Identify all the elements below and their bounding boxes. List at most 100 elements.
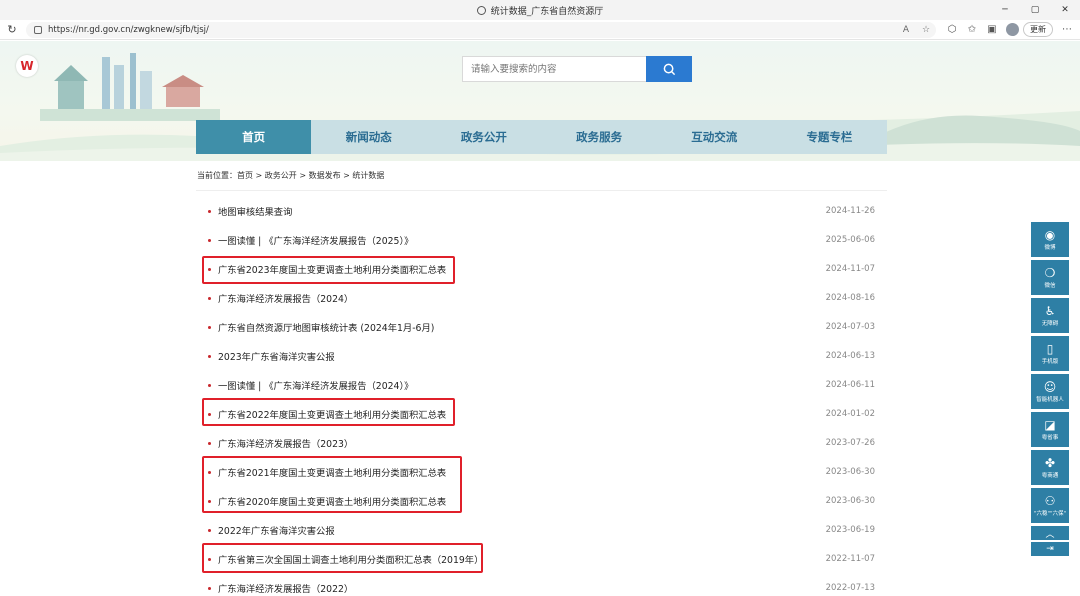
window-controls: ─ ▢ ✕ [990, 0, 1080, 20]
list-item-date: 2023-06-30 [825, 496, 875, 506]
sidebar-liuwen-liubao[interactable]: ⚇ "六稳""六保" [1031, 488, 1069, 523]
nav-home[interactable]: 首页 [196, 120, 312, 154]
list-item[interactable]: 一图读懂 | 《广东海洋经济发展报告（2024）》 2024-06-11 [196, 375, 887, 395]
maximize-icon[interactable]: ▢ [1020, 0, 1050, 20]
list-item-date: 2024-01-02 [825, 409, 875, 419]
bullet-icon [208, 383, 211, 387]
list-item[interactable]: 广东省2021年度国土变更调查土地利用分类面积汇总表 2023-06-30 [196, 462, 887, 482]
list-item-title[interactable]: 2022年广东省海洋灾害公报 [218, 523, 826, 537]
sidebar-yueshengshi[interactable]: ◪ 粤省事 [1031, 412, 1069, 447]
list-item-title[interactable]: 广东省2021年度国土变更调查土地利用分类面积汇总表 [218, 465, 826, 479]
list-item-title[interactable]: 2023年广东省海洋灾害公报 [218, 349, 826, 363]
robot-icon: ☺ [1043, 379, 1057, 394]
lock-icon[interactable] [34, 25, 42, 34]
favorite-star-icon[interactable]: ☆ [916, 25, 936, 35]
bullet-icon [208, 499, 211, 503]
nav-government-affairs[interactable]: 政务公开 [426, 120, 541, 154]
bullet-icon [208, 528, 211, 532]
profile-avatar[interactable] [1006, 23, 1019, 36]
list-item[interactable]: 2023年广东省海洋灾害公报 2024-06-13 [196, 346, 887, 366]
list-item[interactable]: 广东省2022年度国土变更调查土地利用分类面积汇总表 2024-01-02 [196, 404, 887, 424]
list-item-date: 2023-07-26 [825, 438, 875, 448]
extensions-icon[interactable]: ⬡ [942, 22, 962, 38]
bullet-icon [208, 354, 211, 358]
list-item-title[interactable]: 广东省自然资源厅地图审核统计表 (2024年1月-6月) [218, 320, 826, 334]
chevron-up-icon: ︿ [1045, 529, 1055, 540]
list-item-title[interactable]: 一图读懂 | 《广东海洋经济发展报告（2025）》 [218, 233, 826, 247]
list-item[interactable]: 广东省2023年度国土变更调查土地利用分类面积汇总表 2024-11-07 [196, 259, 887, 279]
reload-icon[interactable]: ↻ [2, 20, 22, 40]
list-item[interactable]: 广东海洋经济发展报告（2024） 2024-08-16 [196, 288, 887, 308]
nav-government-services[interactable]: 政务服务 [542, 120, 657, 154]
list-item-date: 2024-06-13 [825, 351, 875, 361]
close-icon[interactable]: ✕ [1050, 0, 1080, 20]
nav-news[interactable]: 新闻动态 [311, 120, 426, 154]
arrow-right-bar-icon: ⇥ [1046, 544, 1054, 554]
list-item-title[interactable]: 广东省2020年度国土变更调查土地利用分类面积汇总表 [218, 494, 826, 508]
list-item[interactable]: 地图审核结果查询 2024-11-26 [196, 201, 887, 221]
wechat-icon: ❍ [1044, 265, 1056, 280]
bullet-icon [208, 412, 211, 416]
list-item[interactable]: 2022年广东省海洋灾害公报 2023-06-19 [196, 520, 887, 540]
people-icon: ⚇ [1044, 493, 1056, 508]
article-list: 地图审核结果查询 2024-11-26 一图读懂 | 《广东海洋经济发展报告（20… [196, 190, 887, 596]
browser-toolbar: ↻ https://nr.gd.gov.cn/zwgknew/sjfb/tjsj… [0, 20, 1080, 40]
update-button[interactable]: 更新 [1023, 22, 1053, 37]
bullet-icon [208, 441, 211, 445]
search-box [462, 56, 692, 82]
list-item-title[interactable]: 地图审核结果查询 [218, 204, 826, 218]
sidebar-wechat[interactable]: ❍ 微信 [1031, 260, 1069, 295]
list-item-date: 2023-06-30 [825, 467, 875, 477]
page-viewport: W 首页 新闻动态 政务公开 政务服务 互动交流 专题专栏 当前位置：首页 > … [0, 41, 1080, 596]
nav-special-topics[interactable]: 专题专栏 [772, 120, 887, 154]
favorites-icon[interactable]: ✩ [962, 22, 982, 38]
breadcrumb[interactable]: 当前位置：首页 > 政务公开 > 数据发布 > 统计数据 [197, 170, 384, 181]
list-item-title[interactable]: 广东海洋经济发展报告（2023） [218, 436, 826, 450]
sidebar-hide[interactable]: ⇥ [1031, 542, 1069, 556]
yueshangtong-icon: ✤ [1044, 455, 1056, 470]
list-item[interactable]: 广东省自然资源厅地图审核统计表 (2024年1月-6月) 2024-07-03 [196, 317, 887, 337]
list-item-date: 2024-08-16 [825, 293, 875, 303]
list-item-title[interactable]: 广东省2023年度国土变更调查土地利用分类面积汇总表 [218, 262, 826, 276]
list-item-date: 2022-11-07 [825, 554, 875, 564]
collections-icon[interactable]: ▣ [982, 22, 1002, 38]
main-nav: 首页 新闻动态 政务公开 政务服务 互动交流 专题专栏 [196, 120, 887, 154]
list-item[interactable]: 广东海洋经济发展报告（2023） 2023-07-26 [196, 433, 887, 453]
sidebar-collapse-up[interactable]: ︿ [1031, 526, 1069, 540]
read-aloud-icon[interactable]: A [896, 25, 916, 35]
bullet-icon [208, 325, 211, 329]
bullet-icon [208, 296, 211, 300]
bullet-icon [208, 267, 211, 271]
list-item[interactable]: 广东省2020年度国土变更调查土地利用分类面积汇总表 2023-06-30 [196, 491, 887, 511]
sidebar-weibo[interactable]: ◉ 微博 [1031, 222, 1069, 257]
sidebar-accessibility[interactable]: ♿ 无障碍 [1031, 298, 1069, 333]
site-logo[interactable]: W [16, 55, 38, 77]
sidebar-mobile[interactable]: ▯ 手机版 [1031, 336, 1069, 371]
minimize-icon[interactable]: ─ [990, 0, 1020, 20]
more-icon[interactable]: ⋯ [1057, 22, 1077, 38]
url-text[interactable]: https://nr.gd.gov.cn/zwgknew/sjfb/tjsj/ [48, 25, 209, 35]
list-item-title[interactable]: 广东海洋经济发展报告（2024） [218, 291, 826, 305]
yueshengshi-icon: ◪ [1044, 417, 1056, 432]
list-item-date: 2024-06-11 [825, 380, 875, 390]
list-item[interactable]: 一图读懂 | 《广东海洋经济发展报告（2025）》 2025-06-06 [196, 230, 887, 250]
list-item-title[interactable]: 一图读懂 | 《广东海洋经济发展报告（2024）》 [218, 378, 826, 392]
sidebar-robot[interactable]: ☺ 智能机器人 [1031, 374, 1069, 409]
bullet-icon [208, 586, 211, 590]
sidebar-yueshangtong[interactable]: ✤ 粤商通 [1031, 450, 1069, 485]
bullet-icon [208, 470, 211, 474]
list-item-date: 2024-11-26 [825, 206, 875, 216]
list-item[interactable]: 广东海洋经济发展报告（2022） 2022-07-13 [196, 578, 887, 596]
list-item[interactable]: 广东省第三次全国国土调查土地利用分类面积汇总表（2019年） 2022-11-07 [196, 549, 887, 569]
nav-interaction[interactable]: 互动交流 [657, 120, 772, 154]
search-button[interactable] [646, 56, 692, 82]
globe-icon [476, 5, 486, 15]
floating-sidebar: ◉ 微博 ❍ 微信 ♿ 无障碍 ▯ 手机版 ☺ 智能机器人 ◪ 粤省事 ✤ 粤商通 ⚇ "六稳"… [1031, 222, 1069, 558]
search-input[interactable] [462, 56, 646, 82]
list-item-title[interactable]: 广东省第三次全国国土调查土地利用分类面积汇总表（2019年） [218, 552, 826, 566]
weibo-icon: ◉ [1044, 227, 1056, 242]
tab-title: 统计数据_广东省自然资源厅 [490, 6, 604, 17]
list-item-title[interactable]: 广东海洋经济发展报告（2022） [218, 581, 826, 595]
list-item-title[interactable]: 广东省2022年度国土变更调查土地利用分类面积汇总表 [218, 407, 826, 421]
address-bar[interactable]: https://nr.gd.gov.cn/zwgknew/sjfb/tjsj/ … [26, 21, 936, 38]
